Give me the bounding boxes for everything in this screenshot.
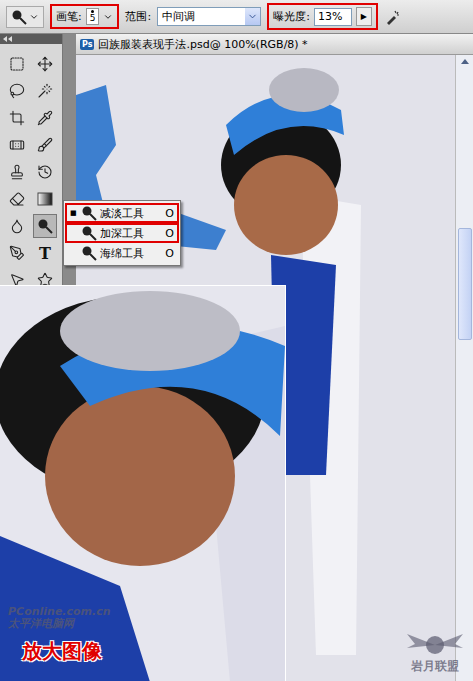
menu-item[interactable]: ■加深工具O [65,223,179,243]
dodge-tool[interactable] [33,214,57,238]
brush-preview[interactable]: 5 [86,8,100,25]
vertical-scrollbar[interactable] [455,55,473,681]
brush-icon [37,137,53,153]
brush-dot [91,10,94,13]
menu-item[interactable]: ■海绵工具O [65,243,179,263]
watermark-text: 岩月联盟 [411,658,459,675]
collapse-icon[interactable] [3,36,13,42]
healing-tool[interactable] [5,133,29,157]
menu-item-label: 海绵工具 [100,246,162,261]
lasso-tool[interactable] [5,79,29,103]
lasso-icon [9,83,25,99]
eyedropper-tool[interactable] [33,106,57,130]
dodge-icon [11,9,27,25]
toolbox-header[interactable] [0,34,62,44]
selected-marker: ■ [70,209,78,217]
exposure-label: 曝光度: [273,9,310,24]
zoom-inset: PConline.com.cn太平洋电脑网放大图像 [0,285,286,681]
move-tool[interactable] [33,52,57,76]
dodge-icon [37,218,53,234]
brush-tool[interactable] [33,133,57,157]
history-brush-tool[interactable] [33,160,57,184]
photoshop-screen: 画笔: 5 范围: 中间调 曝光度: 13%▶ T Ps 回族服装表现手法.psd@ 100%(… [0,0,473,681]
dodge-icon [81,205,97,221]
dodge-icon [81,245,97,261]
scroll-thumb[interactable] [458,228,472,340]
crop-icon [9,110,25,126]
crop-tool[interactable] [5,106,29,130]
exposure-slider-button[interactable]: ▶ [356,7,372,26]
pen-tool[interactable] [5,241,29,265]
toolbox: T [0,34,63,302]
menu-shortcut: O [165,247,174,260]
wing-logo-icon [405,632,465,658]
brush-label: 画笔: [56,9,82,24]
dropdown-icon [103,12,113,22]
brush-size: 5 [90,14,96,23]
wand-icon [37,83,53,99]
airbrush-icon[interactable] [384,8,402,26]
menu-item-label: 加深工具 [100,226,162,241]
exposure-option: 曝光度: 13%▶ [267,3,378,30]
tool-grid: T [0,44,62,302]
watermark-5yue: 岩月联盟 [405,632,465,675]
move-icon [37,56,53,72]
inset-label: 放大图像 [22,638,102,665]
document-title: 回族服装表现手法.psd@ 100%(RGB/8) * [98,37,307,52]
tool-flyout-menu: ■减淡工具O■加深工具O■海绵工具O [63,200,181,266]
type-tool[interactable]: T [33,241,57,265]
ps-badge: Ps [80,39,94,50]
chevron-icon [247,11,258,22]
gradient-tool[interactable] [33,187,57,211]
dodge-icon [81,225,97,241]
tool-preset[interactable] [6,6,44,28]
menu-item[interactable]: ■ 减淡工具O [65,203,179,223]
stamp-tool[interactable] [5,160,29,184]
marquee-tool[interactable] [5,52,29,76]
menu-shortcut: O [165,227,174,240]
dropdown-icon [29,12,39,22]
scroll-up-icon[interactable] [461,59,469,64]
drop-icon [9,218,25,234]
gradient-icon [37,191,53,207]
blur-tool[interactable] [5,214,29,238]
menu-shortcut: O [165,207,174,220]
exposure-field[interactable]: 13% [314,8,352,26]
stamp-icon [9,164,25,180]
pen-icon [9,245,25,261]
brush-option[interactable]: 画笔: 5 [50,4,119,29]
eraser-tool[interactable] [5,187,29,211]
watermark-pconline: PConline.com.cn太平洋电脑网 [8,606,111,630]
eraser-icon [9,191,25,207]
watermark-text: PConline.com.cn [8,606,111,618]
select-button[interactable] [245,8,260,25]
range-value: 中间调 [162,9,195,24]
document-title-bar[interactable]: Ps 回族服装表现手法.psd@ 100%(RGB/8) * [76,34,473,55]
range-select[interactable]: 中间调 [157,7,261,26]
magic-wand-tool[interactable] [33,79,57,103]
watermark-text: 太平洋电脑网 [8,618,111,630]
range-label: 范围: [125,9,151,24]
marquee-icon [9,56,25,72]
options-bar: 画笔: 5 范围: 中间调 曝光度: 13%▶ [0,0,473,34]
menu-item-label: 减淡工具 [100,206,162,221]
history-icon [37,164,53,180]
bandage-icon [9,137,25,153]
eyedropper-icon [37,110,53,126]
